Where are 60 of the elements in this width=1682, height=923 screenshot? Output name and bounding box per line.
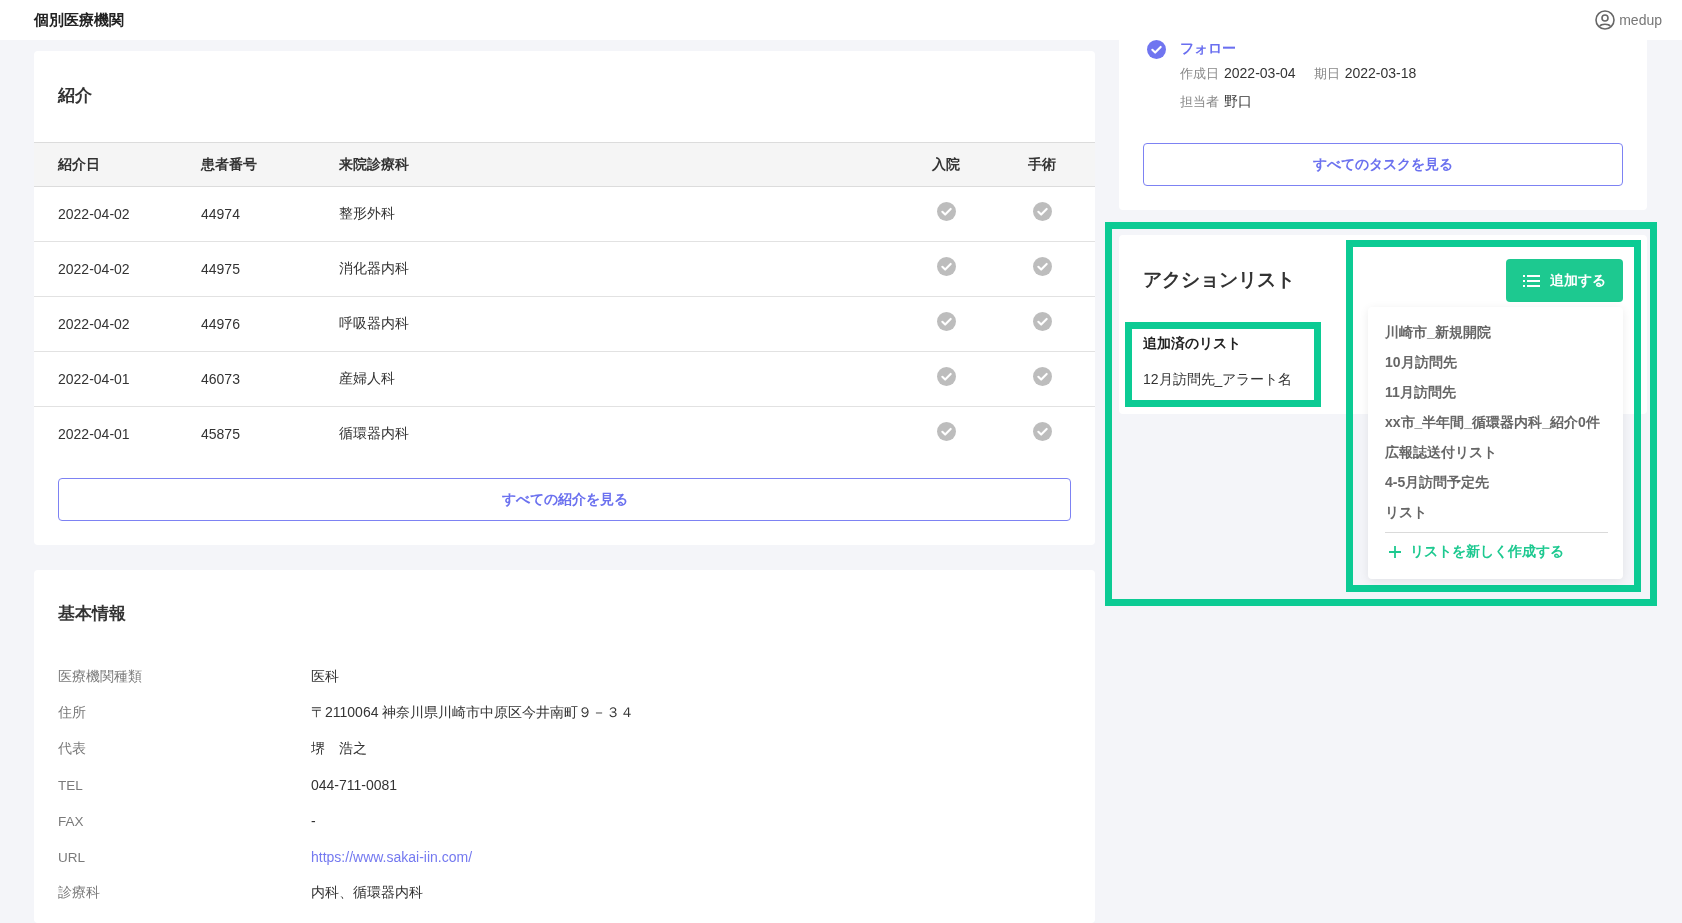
menu-item[interactable]: 4-5月訪問予定先: [1385, 467, 1490, 497]
section-title: 追加済のリスト: [1143, 334, 1241, 353]
task-link[interactable]: フォロー: [1180, 40, 1236, 58]
table-cell: 呼吸器内科: [339, 315, 409, 333]
column-header: 手術: [1028, 155, 1056, 174]
column-header: 患者番号: [201, 155, 257, 174]
menu-item[interactable]: 広報誌送付リスト: [1385, 437, 1497, 467]
card-title: 基本情報: [58, 603, 126, 625]
table-cell: 2022-04-01: [58, 426, 130, 442]
table-cell: 2022-04-02: [58, 261, 130, 277]
field-value: 内科、循環器内科: [311, 884, 423, 902]
menu-item[interactable]: xx市_半年間_循環器内科_紹介0件: [1385, 407, 1600, 437]
meta-label: 担当者: [1180, 94, 1219, 111]
meta-value: 2022-03-18: [1344, 64, 1417, 83]
field-label: 診療科: [58, 884, 100, 902]
field-value: 〒2110064 神奈川県川崎市中原区今井南町９－３４: [311, 704, 635, 722]
table-cell: 45875: [201, 426, 240, 442]
field-label: TEL: [58, 777, 83, 793]
table-cell: 産婦人科: [339, 370, 395, 388]
field-value: 044-711-0081: [311, 777, 398, 793]
added-list-item[interactable]: 12月訪問先_アラート名: [1143, 369, 1293, 389]
table-cell: 2022-04-02: [58, 316, 130, 332]
table-cell: 44976: [201, 316, 240, 332]
table-cell: 44975: [201, 261, 240, 277]
view-all-tasks-button[interactable]: すべてのタスクを見る: [1143, 143, 1623, 186]
meta-label: 作成日: [1180, 66, 1219, 83]
card-title: アクションリスト: [1143, 268, 1295, 292]
column-header: 来院診療科: [339, 155, 409, 174]
table-cell: 整形外科: [339, 205, 395, 223]
plus-icon: [1389, 546, 1401, 558]
menu-item[interactable]: リスト: [1385, 497, 1427, 527]
menu-item[interactable]: 川崎市_新規開院: [1385, 317, 1491, 347]
table-cell: 44974: [201, 206, 240, 222]
field-label: FAX: [58, 813, 84, 829]
field-label: URL: [58, 849, 85, 865]
field-value: -: [311, 813, 316, 829]
field-value: 堺 浩之: [311, 740, 367, 758]
table-cell: 消化器内科: [339, 260, 409, 278]
table-cell: 2022-04-01: [58, 371, 130, 387]
field-label: 医療機関種類: [58, 668, 142, 686]
list-icon: [1523, 274, 1540, 287]
menu-item[interactable]: 10月訪問先: [1385, 347, 1457, 377]
user-menu-button[interactable]: medup: [1595, 10, 1662, 30]
field-value: 医科: [311, 668, 339, 686]
meta-value: 野口: [1224, 92, 1252, 111]
column-header: 紹介日: [58, 155, 100, 174]
table-cell: 2022-04-02: [58, 206, 130, 222]
url-link[interactable]: https://www.sakai-iin.com/: [311, 849, 473, 865]
field-label: 代表: [58, 740, 86, 758]
page-title: 個別医療機関: [34, 10, 124, 30]
meta-label: 期日: [1313, 66, 1340, 83]
table-cell: 46073: [201, 371, 240, 387]
user-icon: [1595, 10, 1616, 30]
meta-value: 2022-03-04: [1224, 64, 1296, 83]
card-title: 紹介: [58, 85, 92, 107]
field-label: 住所: [58, 704, 86, 722]
menu-item[interactable]: 11月訪問先: [1385, 377, 1456, 407]
column-header: 入院: [932, 155, 960, 174]
table-cell: 循環器内科: [339, 425, 409, 443]
view-all-referrals-button[interactable]: すべての紹介を見る: [58, 478, 1071, 521]
